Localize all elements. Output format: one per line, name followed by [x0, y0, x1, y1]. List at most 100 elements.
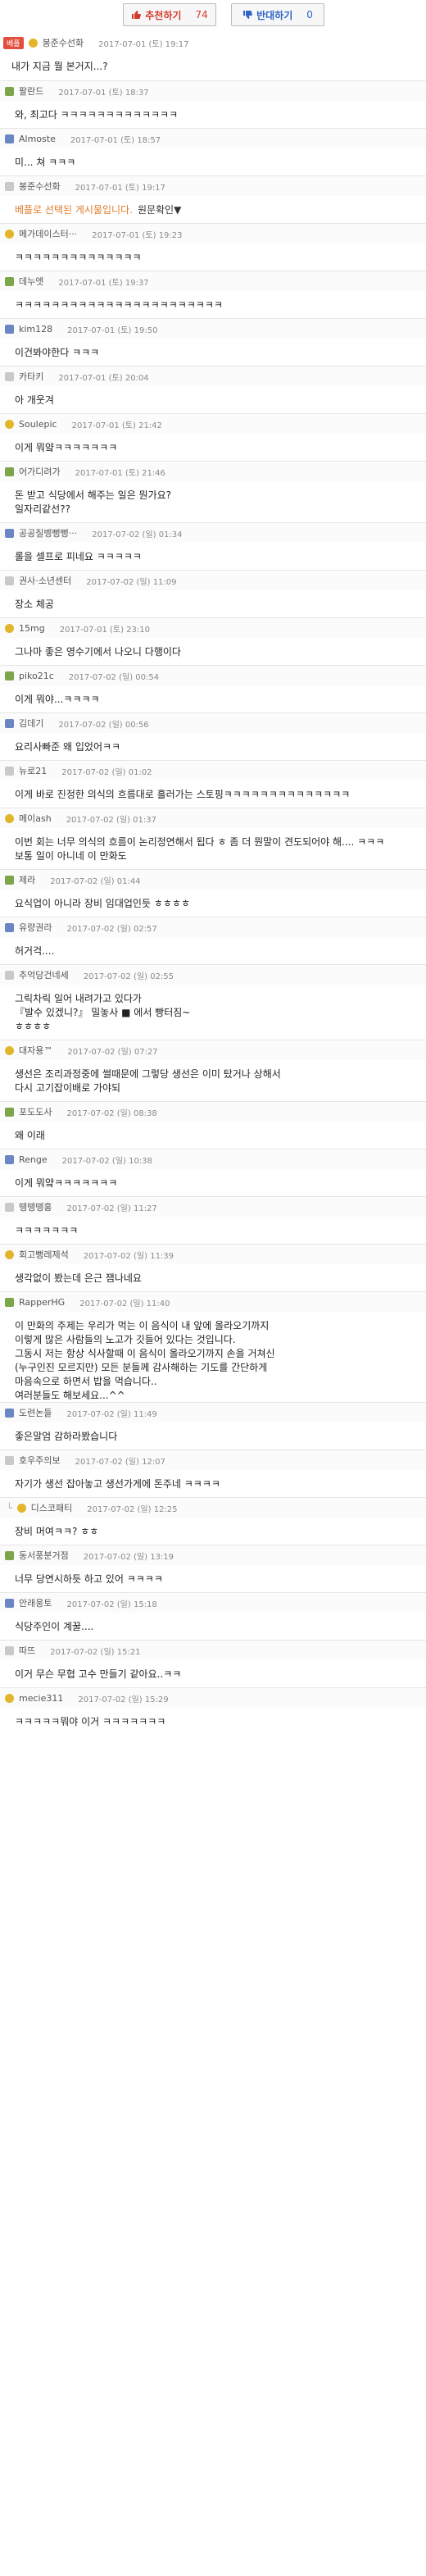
user-level-icon: [5, 718, 14, 728]
user-level-icon: [5, 86, 14, 96]
comment-body: 왜 이래: [15, 1130, 45, 1141]
comment-nickname[interactable]: Renge: [19, 1154, 48, 1165]
comment-header: 15mg 2017-07-01 (토) 23:10: [0, 617, 426, 638]
comment-nickname[interactable]: 포도도사: [19, 1105, 52, 1118]
oppose-label: 반대하기: [256, 9, 293, 21]
comment-date: 2017-07-02 (일) 11:09: [86, 577, 177, 587]
comment-nickname[interactable]: Soulepic: [19, 419, 57, 430]
comment-body: 생각없이 봤는데 은근 잼나네요: [15, 1272, 142, 1284]
comment-body: ㅋㅋㅋㅋㅋㅋㅋㅋㅋㅋㅋㅋㅋㅋ: [15, 252, 142, 263]
comment-nickname[interactable]: 메이ash: [19, 812, 52, 825]
comment-body: 그릭차릭 일어 내려가고 있다가 『발수 있겠니?』 밀놓사 ■ 에서 빵터짐~…: [15, 993, 191, 1032]
user-level-icon: [5, 528, 14, 538]
comment-date: 2017-07-02 (일) 08:38: [66, 1108, 157, 1118]
comment-nickname[interactable]: piko21c: [19, 671, 54, 681]
comment-body: 허거걱....: [15, 945, 55, 957]
recommend-button[interactable]: 추천하기 74: [123, 3, 216, 26]
reply-arrow-icon: └: [7, 1502, 12, 1513]
comment-nickname[interactable]: 권사·소년센터: [19, 574, 71, 587]
comment-nickname[interactable]: 15mg: [19, 623, 45, 634]
best-badge: 베플: [3, 36, 24, 49]
oppose-count: 0: [306, 9, 313, 20]
comment-header: 호우주의보 2017-07-02 (일) 12:07: [0, 1450, 426, 1470]
comment-date: 2017-07-01 (토) 19:17: [75, 183, 165, 193]
comment-date: 2017-07-01 (토) 18:37: [58, 88, 149, 98]
comment-body: 이게 뭐야...ㅋㅋㅋㅋ: [15, 694, 100, 705]
user-level-icon: [5, 1202, 14, 1212]
comment-nickname[interactable]: 유량권라: [19, 921, 52, 934]
comment-nickname[interactable]: 따뜨: [19, 1644, 35, 1657]
comment-date: 2017-07-01 (토) 18:57: [70, 135, 161, 145]
comment-header: 메가데이스터··· 2017-07-01 (토) 19:23: [0, 223, 426, 243]
user-level-icon: [5, 970, 14, 980]
comment-header: Renge 2017-07-02 (일) 10:38: [0, 1149, 426, 1169]
user-level-icon: [5, 922, 14, 932]
comment-nickname[interactable]: 추억당건네세: [19, 968, 69, 981]
comment-nickname[interactable]: 호우주의보: [19, 1454, 61, 1467]
comment-nickname[interactable]: 뗑뗑뗑홍: [19, 1200, 52, 1213]
comment-nickname[interactable]: 메가데이스터···: [19, 227, 77, 240]
comment-nickname[interactable]: 안래웅토: [19, 1596, 52, 1609]
comment-date: 2017-07-02 (일) 02:57: [66, 924, 157, 934]
comment-nickname[interactable]: 김데기: [19, 717, 43, 730]
comment-header: 베플 봉준수선화 2017-07-01 (토) 19:17: [0, 33, 426, 52]
comment-header: 팔란드 2017-07-01 (토) 18:37: [0, 80, 426, 101]
comment-nickname[interactable]: 디스코패티: [31, 1501, 73, 1514]
vote-bar: 추천하기 74 반대하기 0: [0, 0, 426, 31]
comment-date: 2017-07-02 (일) 10:38: [61, 1156, 152, 1166]
comment-header: 봉준수선화 2017-07-01 (토) 19:17: [0, 175, 426, 196]
comment-date: 2017-07-02 (일) 13:19: [83, 1552, 174, 1562]
comment-nickname[interactable]: mecie311: [19, 1693, 63, 1704]
comment-date: 2017-07-02 (일) 07:27: [67, 1047, 158, 1057]
comment-date: 2017-07-02 (일) 11:49: [66, 1409, 157, 1419]
comment-header: 대자용™ 2017-07-02 (일) 07:27: [0, 1040, 426, 1060]
comment-nickname[interactable]: RapperHG: [19, 1297, 65, 1308]
user-level-icon: [5, 1408, 14, 1418]
view-original-button[interactable]: 원문확인▼: [138, 204, 181, 216]
comment-body: 그나마 좋은 영수기에서 나오니 다행이다: [15, 646, 181, 658]
comment-header: 포도도사 2017-07-02 (일) 08:38: [0, 1101, 426, 1122]
comment-header: 김데기 2017-07-02 (일) 00:56: [0, 712, 426, 733]
comment-nickname[interactable]: 어가디려가: [19, 465, 61, 478]
comment-nickname[interactable]: Almoste: [19, 134, 56, 144]
comment-nickname[interactable]: 팔란드: [19, 84, 43, 98]
comment-body: 자기가 생선 잡아놓고 생선가게에 돈주네 ㅋㅋㅋㅋ: [15, 1478, 220, 1490]
comment-header: 따뜨 2017-07-02 (일) 15:21: [0, 1640, 426, 1660]
comment-date: 2017-07-02 (일) 00:54: [68, 672, 160, 682]
comment-date: 2017-07-01 (토) 23:10: [59, 625, 150, 635]
comment-nickname[interactable]: 봉준수선화: [19, 180, 61, 193]
comment-nickname[interactable]: 데누엣: [19, 275, 43, 288]
comment-header: 안래웅토 2017-07-02 (일) 15:18: [0, 1592, 426, 1613]
comment-nickname[interactable]: 뉴로21: [19, 764, 47, 777]
oppose-button[interactable]: 반대하기 0: [231, 3, 324, 26]
comment-header: kim128 2017-07-01 (토) 19:50: [0, 318, 426, 339]
comment-nickname[interactable]: 동서풍분거점: [19, 1549, 69, 1562]
comment-nickname[interactable]: 공공질벵뻥뻥···: [19, 526, 77, 539]
comment-nickname[interactable]: 카타키: [19, 370, 43, 383]
comment-header: └ 디스코패티 2017-07-02 (일) 12:25: [0, 1497, 426, 1518]
recommend-label: 추천하기: [145, 9, 182, 21]
user-level-icon: [5, 1154, 14, 1164]
user-level-icon: [5, 134, 14, 143]
comment-nickname[interactable]: 대자용™: [19, 1044, 52, 1057]
comment-nickname[interactable]: 봉준수선화: [43, 36, 84, 49]
comment-nickname[interactable]: kim128: [19, 324, 52, 335]
comment-nickname[interactable]: 도련논들: [19, 1406, 52, 1419]
comment-body: 롤을 셀프로 피네요 ㅋㅋㅋㅋㅋ: [15, 551, 142, 562]
comment-date: 2017-07-02 (일) 15:18: [66, 1600, 157, 1609]
user-level-icon: [5, 576, 14, 585]
comment-nickname[interactable]: 제라: [19, 873, 35, 886]
hidden-comment-notice: 베플로 선택된 게시물입니다. 원문확인▼: [15, 203, 419, 217]
comment-body: 이게 바로 진정한 의식의 흐름대로 흘러가는 스토핑ㅋㅋㅋㅋㅋㅋㅋㅋㅋㅋㅋㅋㅋ…: [15, 789, 351, 800]
user-level-icon: [5, 1550, 14, 1560]
comment-date: 2017-07-02 (일) 01:34: [92, 530, 183, 539]
comment-date: 2017-07-02 (일) 15:29: [78, 1695, 169, 1704]
comment-nickname[interactable]: 회고뻥레제석: [19, 1248, 69, 1261]
user-level-icon: [28, 38, 38, 48]
comment-header: 도련논들 2017-07-02 (일) 11:49: [0, 1402, 426, 1422]
comment-header: 동서풍분거점 2017-07-02 (일) 13:19: [0, 1545, 426, 1565]
user-level-icon: [5, 1455, 14, 1465]
comment-body: 요리사빠준 왜 입었어ㅋㅋ: [15, 741, 121, 753]
user-level-icon: [5, 181, 14, 191]
comment-header: RapperHG 2017-07-02 (일) 11:40: [0, 1291, 426, 1312]
